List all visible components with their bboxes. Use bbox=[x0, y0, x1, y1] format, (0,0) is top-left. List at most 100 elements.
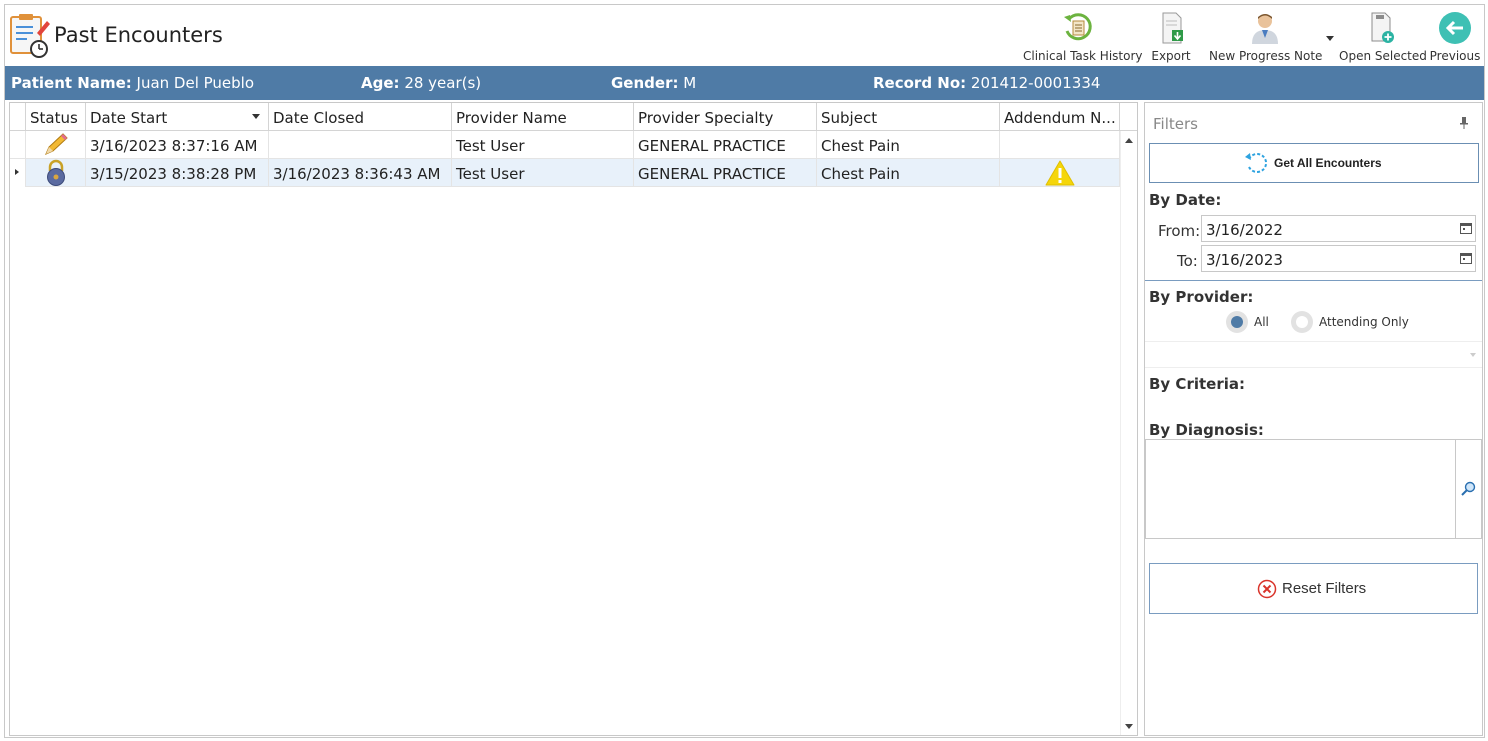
column-header-addendum[interactable]: Addendum N... bbox=[1000, 103, 1120, 131]
past-encounters-window: Past Encounters Clinical Task History Ex… bbox=[4, 4, 1485, 738]
to-date-value: 3/16/2023 bbox=[1206, 251, 1283, 269]
radio-all-label: All bbox=[1254, 315, 1269, 329]
to-date-input[interactable]: 3/16/2023 bbox=[1201, 245, 1476, 272]
patient-age: Age: 28 year(s) bbox=[361, 74, 481, 92]
get-all-encounters-label: Get All Encounters bbox=[1274, 156, 1382, 170]
patient-gender-value: M bbox=[683, 74, 697, 92]
clinical-task-history-button[interactable]: Clinical Task History bbox=[1023, 9, 1143, 63]
lock-icon bbox=[47, 159, 65, 186]
radio-attending-only[interactable]: Attending Only bbox=[1291, 311, 1411, 333]
get-all-encounters-button[interactable]: Get All Encounters bbox=[1149, 143, 1479, 183]
radio-all[interactable]: All bbox=[1226, 311, 1276, 333]
column-header-status[interactable]: Status bbox=[26, 103, 86, 131]
sort-descending-icon bbox=[252, 114, 260, 119]
from-label: From: bbox=[1158, 222, 1201, 240]
patient-name-label: Patient Name: bbox=[11, 74, 132, 92]
header: Past Encounters Clinical Task History Ex… bbox=[5, 5, 1484, 65]
doctor-icon bbox=[1252, 14, 1278, 44]
provider-dropdown[interactable] bbox=[1145, 341, 1482, 368]
open-selected-label: Open Selected bbox=[1339, 49, 1427, 63]
column-header-subject[interactable]: Subject bbox=[817, 103, 1000, 131]
chevron-down-icon bbox=[1470, 353, 1476, 357]
by-criteria-label: By Criteria: bbox=[1149, 375, 1245, 393]
row-indicator bbox=[10, 159, 26, 187]
patient-name: Patient Name: Juan Del Pueblo bbox=[11, 74, 254, 92]
status-cell bbox=[26, 131, 86, 159]
vertical-scrollbar[interactable] bbox=[1120, 131, 1137, 735]
new-progress-note-label: New Progress Note bbox=[1209, 49, 1323, 63]
addendum-cell bbox=[1000, 131, 1120, 159]
previous-button[interactable]: Previous bbox=[1429, 9, 1481, 63]
warning-icon bbox=[1045, 160, 1075, 186]
export-icon bbox=[1162, 12, 1183, 44]
patient-record-label: Record No: bbox=[873, 74, 967, 92]
calendar-icon[interactable] bbox=[1460, 222, 1472, 234]
current-row-arrow-icon bbox=[15, 169, 19, 175]
pencil-icon bbox=[45, 133, 68, 155]
patient-record: Record No: 201412-0001334 bbox=[873, 74, 1100, 92]
radio-selected-icon bbox=[1226, 311, 1248, 333]
diagnosis-box bbox=[1145, 439, 1482, 539]
from-date-value: 3/16/2022 bbox=[1206, 221, 1283, 239]
diagnosis-search-button[interactable] bbox=[1455, 440, 1481, 538]
patient-gender: Gender: M bbox=[611, 74, 696, 92]
scroll-up-icon[interactable] bbox=[1125, 138, 1133, 143]
provider-specialty-cell: GENERAL PRACTICE bbox=[634, 131, 817, 159]
radio-unselected-icon bbox=[1291, 311, 1313, 333]
clinical-task-history-label: Clinical Task History bbox=[1023, 49, 1143, 63]
new-progress-note-dropdown[interactable] bbox=[1324, 33, 1336, 43]
date-closed-cell: 3/16/2023 8:36:43 AM bbox=[269, 159, 452, 187]
subject-cell: Chest Pain bbox=[817, 159, 1000, 187]
patient-age-value: 28 year(s) bbox=[404, 74, 482, 92]
refresh-icon bbox=[1245, 153, 1268, 173]
date-start-header-label: Date Start bbox=[90, 109, 168, 127]
column-header-provider-specialty[interactable]: Provider Specialty bbox=[634, 103, 817, 131]
table-row[interactable]: 3/16/2023 8:37:16 AM Test User GENERAL P… bbox=[10, 131, 1120, 159]
patient-record-value: 201412-0001334 bbox=[970, 74, 1101, 92]
row-indicator-header bbox=[10, 103, 26, 131]
diagnosis-input[interactable] bbox=[1146, 440, 1456, 538]
date-start-cell: 3/16/2023 8:37:16 AM bbox=[86, 131, 269, 159]
clinical-task-history-icon bbox=[1064, 13, 1092, 41]
patient-name-value: Juan Del Pueblo bbox=[136, 74, 255, 92]
reset-icon bbox=[1257, 579, 1277, 599]
reset-filters-label: Reset Filters bbox=[1282, 580, 1367, 597]
by-diagnosis-label: By Diagnosis: bbox=[1149, 421, 1264, 439]
page-title: Past Encounters bbox=[54, 23, 223, 47]
encounters-grid: Status Date Start Date Closed Provider N… bbox=[9, 102, 1138, 736]
from-date-input[interactable]: 3/16/2022 bbox=[1201, 215, 1476, 242]
previous-label: Previous bbox=[1429, 49, 1481, 63]
back-arrow-icon bbox=[1439, 12, 1471, 44]
column-header-provider-name[interactable]: Provider Name bbox=[452, 103, 634, 131]
scroll-down-icon[interactable] bbox=[1125, 724, 1133, 729]
pin-icon[interactable] bbox=[1460, 117, 1468, 129]
calendar-icon[interactable] bbox=[1460, 252, 1472, 264]
filters-title: Filters bbox=[1153, 115, 1198, 133]
patient-gender-label: Gender: bbox=[611, 74, 679, 92]
filters-panel: Filters Get All Encounters By Date: From… bbox=[1144, 102, 1483, 736]
provider-specialty-cell: GENERAL PRACTICE bbox=[634, 159, 817, 187]
reset-filters-button[interactable]: Reset Filters bbox=[1149, 563, 1478, 614]
open-selected-icon bbox=[1371, 12, 1394, 43]
row-indicator bbox=[10, 131, 26, 159]
status-cell bbox=[26, 159, 86, 187]
addendum-cell bbox=[1000, 159, 1120, 187]
column-header-date-start[interactable]: Date Start bbox=[86, 103, 269, 131]
export-button[interactable]: Export bbox=[1145, 9, 1197, 63]
column-header-date-closed[interactable]: Date Closed bbox=[269, 103, 452, 131]
clipboard-clock-icon bbox=[10, 14, 50, 58]
by-provider-label: By Provider: bbox=[1149, 288, 1254, 306]
divider bbox=[1145, 280, 1482, 281]
provider-name-cell: Test User bbox=[452, 131, 634, 159]
provider-name-cell: Test User bbox=[452, 159, 634, 187]
radio-attending-only-label: Attending Only bbox=[1319, 315, 1409, 329]
patient-info-bar: Patient Name: Juan Del Pueblo Age: 28 ye… bbox=[5, 66, 1484, 100]
date-closed-cell bbox=[269, 131, 452, 159]
open-selected-button[interactable]: Open Selected bbox=[1339, 9, 1427, 63]
export-label: Export bbox=[1151, 49, 1191, 63]
new-progress-note-button[interactable]: New Progress Note bbox=[1209, 9, 1323, 63]
grid-header: Status Date Start Date Closed Provider N… bbox=[10, 103, 1137, 131]
search-icon bbox=[1461, 481, 1476, 496]
table-row[interactable]: 3/15/2023 8:38:28 PM 3/16/2023 8:36:43 A… bbox=[10, 159, 1120, 187]
by-date-label: By Date: bbox=[1149, 191, 1222, 209]
